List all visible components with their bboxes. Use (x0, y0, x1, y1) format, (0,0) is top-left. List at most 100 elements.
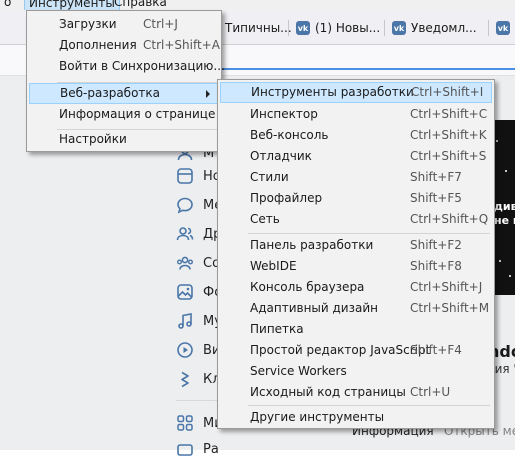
sidebar-item-friends[interactable]: Др (176, 225, 221, 243)
menu-item-shortcut: Shift+F7 (410, 170, 462, 184)
sidebar-item-work[interactable]: Ра (176, 440, 219, 458)
menu-item-inspector[interactable]: Инспектор Ctrl+Shift+C (220, 104, 492, 125)
menu-item-web-development[interactable]: Веб-разработка (29, 83, 219, 104)
menu-item-service-workers[interactable]: Service Workers (220, 361, 492, 382)
messages-icon (177, 197, 193, 214)
tab-2[interactable]: vk (1) Новы... (296, 16, 380, 40)
menu-item-shortcut: Ctrl+Shift+S (410, 149, 487, 163)
sidebar-item-music[interactable]: Му (176, 312, 222, 330)
sidebar-item-photos[interactable]: Фо (176, 283, 222, 301)
tab-title: Уведомл... (411, 21, 477, 35)
vk-icon: vk (392, 21, 406, 35)
news-icon (177, 168, 193, 184)
clips-icon (181, 371, 189, 388)
banner-text: не нед (494, 214, 515, 227)
menu-item-shortcut: Shift+F8 (410, 259, 462, 273)
photos-icon (177, 284, 193, 300)
sidebar-item-messages[interactable]: Ме (176, 196, 222, 214)
menu-item-label: Простой редактор JavaScript (250, 343, 431, 357)
menu-item-label: Консоль браузера (250, 280, 365, 294)
menu-item-profiler[interactable]: Профайлер Shift+F5 (220, 188, 492, 209)
menu-item-shortcut: Ctrl+Shift+A (143, 38, 220, 52)
menu-item-label: WebIDE (250, 259, 297, 273)
menu-item-label: Веб-консоль (250, 128, 329, 142)
tab-separator (288, 20, 289, 36)
vk-icon: vk (296, 21, 310, 35)
tab-separator (384, 20, 385, 36)
menu-item-shortcut: Ctrl+Shift+M (410, 301, 490, 315)
menu-item-label: Исходный код страницы (250, 385, 406, 399)
menu-item-shortcut: Ctrl+Shift+K (410, 128, 487, 142)
work-icon (177, 444, 193, 456)
loading-indicator (218, 68, 515, 70)
sidebar-item-video[interactable]: Ви (176, 341, 220, 359)
menu-item-label: Service Workers (250, 364, 347, 378)
tab-separator (488, 20, 489, 36)
menu-item-shortcut: Ctrl+U (410, 385, 451, 399)
menu-item-shortcut: Shift+F2 (410, 238, 462, 252)
menu-bar: о (L) Инструменты Справка (0, 0, 515, 10)
menu-item-web-console[interactable]: Веб-консоль Ctrl+Shift+K (220, 125, 492, 146)
tab-3[interactable]: vk Уведомл... (392, 16, 477, 40)
menu-item-debugger[interactable]: Отладчик Ctrl+Shift+S (220, 146, 492, 167)
sidebar-item-news[interactable]: Но (176, 167, 221, 185)
web-development-submenu: Инструменты разработки Ctrl+Shift+I Инсп… (217, 79, 495, 429)
menu-item-shortcut: Shift+F4 (410, 343, 462, 357)
menu-item-label: Панель разработки (250, 238, 374, 252)
menu-item-label: Отладчик (250, 149, 312, 163)
tab-title: (1) Новы... (315, 21, 381, 35)
menu-item-scratchpad[interactable]: Простой редактор JavaScript Shift+F4 (220, 340, 492, 361)
mini-apps-icon (177, 415, 193, 431)
menu-item-shortcut: Ctrl+Shift+I (411, 85, 484, 99)
menu-item-label: Пипетка (250, 322, 304, 336)
menu-item-label: Загрузки (59, 17, 117, 31)
banner-text: дивн (494, 200, 515, 213)
menu-item-shortcut: Ctrl+Shift+J (410, 280, 483, 294)
sidebar-item-clips[interactable]: Кл (176, 370, 221, 388)
menu-item-responsive-design[interactable]: Адаптивный дизайн Ctrl+Shift+M (220, 298, 492, 319)
menu-bar-help[interactable]: Справка (110, 0, 171, 10)
menu-item-addons[interactable]: Дополнения Ctrl+Shift+A (29, 35, 220, 56)
sidebar-item-mini-apps[interactable]: Ми (176, 414, 223, 432)
menu-separator (248, 405, 490, 406)
menu-item-label: Веб-разработка (60, 86, 161, 100)
menu-item-label: Инспектор (250, 107, 318, 121)
tools-menu: Загрузки Ctrl+J Дополнения Ctrl+Shift+A … (26, 10, 225, 152)
menu-item-network[interactable]: Сеть Ctrl+Shift+Q (220, 209, 492, 230)
menu-item-label: Другие инструменты (250, 410, 385, 424)
menu-item-label: Информация о странице (59, 107, 216, 121)
menu-item-sync-login[interactable]: Войти в Синхронизацию... (29, 56, 225, 77)
communities-icon (177, 256, 193, 270)
menu-item-shortcut: Shift+F5 (410, 191, 462, 205)
menu-item-shortcut: Ctrl+Shift+C (410, 107, 488, 121)
menu-item-dev-toolbar[interactable]: Панель разработки Shift+F2 (220, 235, 492, 256)
menu-bar-item-fragment[interactable]: о (L) (0, 0, 26, 10)
menu-item-label: Профайлер (250, 191, 323, 205)
menu-item-page-info[interactable]: Информация о странице (29, 104, 219, 125)
tab-title: Типичны... (225, 21, 292, 35)
menu-item-webide[interactable]: WebIDE Shift+F8 (220, 256, 492, 277)
music-icon (178, 313, 192, 329)
menu-item-eyedropper[interactable]: Пипетка (220, 319, 492, 340)
sidebar-item-label: Ра (203, 441, 219, 457)
menu-item-label: Настройки (59, 132, 127, 146)
menu-item-label: Дополнения (59, 38, 137, 52)
menu-item-settings[interactable]: Настройки (29, 129, 219, 150)
menu-separator (248, 233, 490, 234)
menu-item-page-source[interactable]: Исходный код страницы Ctrl+U (220, 382, 492, 403)
menu-bar-tools[interactable]: Инструменты (24, 0, 120, 10)
menu-item-shortcut: Ctrl+J (143, 17, 178, 31)
menu-item-styles[interactable]: Стили Shift+F7 (220, 167, 492, 188)
menu-item-other-tools[interactable]: Другие инструменты (220, 407, 492, 428)
tab-4[interactable]: vk (496, 16, 510, 40)
submenu-arrow-icon (206, 90, 210, 98)
menu-item-label: Стили (250, 170, 289, 184)
video-icon (177, 342, 193, 358)
menu-item-browser-console[interactable]: Консоль браузера Ctrl+Shift+J (220, 277, 492, 298)
menu-item-devtools[interactable]: Инструменты разработки Ctrl+Shift+I (220, 82, 492, 103)
menu-item-label: Инструменты разработки (251, 85, 414, 99)
menu-item-downloads[interactable]: Загрузки Ctrl+J (29, 14, 219, 35)
sidebar-item-communities[interactable]: Со (176, 254, 220, 272)
menu-item-label: Войти в Синхронизацию... (59, 59, 225, 73)
vk-icon: vk (496, 21, 510, 35)
